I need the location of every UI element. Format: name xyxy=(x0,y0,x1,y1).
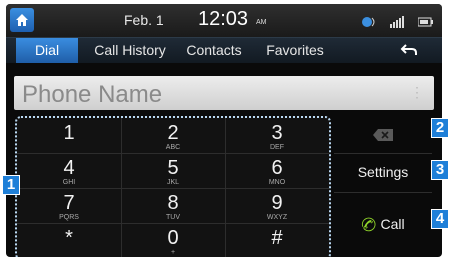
panel-divider xyxy=(334,192,432,193)
date-text: Feb. 1 xyxy=(124,12,164,28)
signal-strength-icon xyxy=(389,15,406,33)
phone-name-field[interactable]: Phone Name ⋮ xyxy=(14,76,434,110)
key-digit: # xyxy=(271,227,283,249)
screen: Feb. 1 12:03 AM Dial Call History Contac… xyxy=(6,4,442,257)
phone-name-placeholder: Phone Name xyxy=(22,81,163,108)
key-letters: GHI xyxy=(62,179,76,186)
tab-dial[interactable]: Dial xyxy=(16,38,78,63)
key-0[interactable]: 0 + xyxy=(121,223,225,257)
callout-1: 1 xyxy=(2,175,20,195)
tab-contacts[interactable]: Contacts xyxy=(176,38,252,63)
key-6[interactable]: 6 MNO xyxy=(225,153,329,188)
key-9[interactable]: 9 WXYZ xyxy=(225,188,329,223)
back-button[interactable] xyxy=(400,43,418,62)
key-3[interactable]: 3 DEF xyxy=(225,118,329,153)
ampm-indicator: AM xyxy=(256,19,267,26)
backspace-icon xyxy=(373,129,393,141)
key-digit: 9 xyxy=(271,192,283,214)
call-button[interactable]: ✆Call xyxy=(334,194,432,254)
key-letters: JKL xyxy=(166,179,180,186)
key-8[interactable]: 8 TUV xyxy=(121,188,225,223)
callout-4: 4 xyxy=(431,209,449,229)
key-1[interactable]: 1 xyxy=(17,118,121,153)
key-2[interactable]: 2 ABC xyxy=(121,118,225,153)
key-5[interactable]: 5 JKL xyxy=(121,153,225,188)
home-icon xyxy=(16,14,28,26)
back-arrow-icon xyxy=(400,44,417,55)
battery-icon xyxy=(417,15,434,33)
key-letters: + xyxy=(170,249,176,256)
key-digit: 1 xyxy=(63,122,75,144)
key-letters: ABC xyxy=(165,144,181,151)
key-digit: * xyxy=(65,227,73,249)
settings-button[interactable]: Settings xyxy=(334,154,432,190)
tab-favorites[interactable]: Favorites xyxy=(254,38,336,63)
status-bar: Feb. 1 12:03 AM xyxy=(6,4,442,37)
key-letters: WXYZ xyxy=(266,214,288,221)
key-digit: 2 xyxy=(167,122,179,144)
key-letters: PQRS xyxy=(59,214,79,221)
dial-keypad: 1 2 ABC 3 DEF 4 GHI 5 JKL 6 MNO 7 PQRS 8 TUV 9W… xyxy=(15,116,331,257)
status-icons xyxy=(353,15,434,28)
key-7[interactable]: 7 PQRS xyxy=(17,188,121,223)
callout-2: 2 xyxy=(431,118,449,138)
tab-bar: Dial Call History Contacts Favorites xyxy=(6,37,442,63)
key-digit: 7 xyxy=(63,192,75,214)
delete-button[interactable] xyxy=(334,118,432,152)
callout-3: 3 xyxy=(431,160,449,180)
key-letters: TUV xyxy=(166,214,180,221)
tab-call-history[interactable]: Call History xyxy=(86,38,174,63)
key-digit: 5 xyxy=(167,157,179,179)
call-label: Call xyxy=(380,216,405,232)
field-scroll-icon: ⋮ xyxy=(410,84,424,100)
key-digit: 4 xyxy=(63,157,75,179)
key-digit: 8 xyxy=(167,192,179,214)
bluetooth-phone-icon xyxy=(361,15,377,33)
key-hash[interactable]: # xyxy=(225,223,329,257)
key-star[interactable]: * xyxy=(17,223,121,257)
key-digit: 3 xyxy=(271,122,283,144)
clock: 12:03 xyxy=(198,8,249,30)
key-digit: 6 xyxy=(271,157,283,179)
key-4[interactable]: 4 GHI xyxy=(17,153,121,188)
home-button[interactable] xyxy=(10,8,34,32)
key-digit: 0 xyxy=(167,227,179,249)
key-letters: DEF xyxy=(270,144,284,151)
key-letters: MNO xyxy=(268,179,286,186)
